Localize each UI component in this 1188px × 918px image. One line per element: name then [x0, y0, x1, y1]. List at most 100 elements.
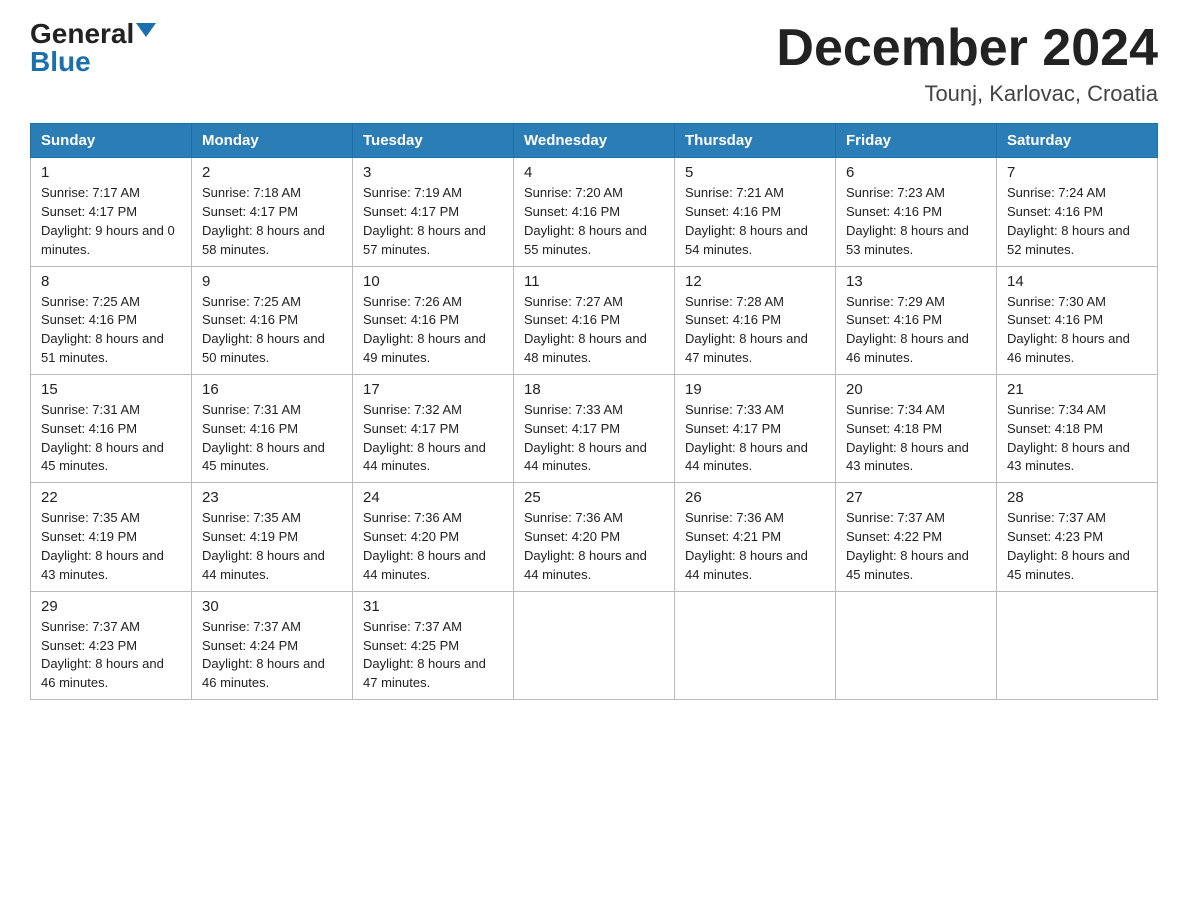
day-info: Sunrise: 7:31 AMSunset: 4:16 PMDaylight:… — [202, 401, 342, 476]
day-info: Sunrise: 7:25 AMSunset: 4:16 PMDaylight:… — [202, 293, 342, 368]
day-number: 8 — [41, 273, 181, 290]
day-info: Sunrise: 7:32 AMSunset: 4:17 PMDaylight:… — [363, 401, 503, 476]
week-row-4: 22Sunrise: 7:35 AMSunset: 4:19 PMDayligh… — [31, 483, 1158, 591]
logo-triangle-icon — [136, 23, 156, 37]
location-text: Tounj, Karlovac, Croatia — [776, 81, 1158, 107]
day-cell-11: 11 Sunrise: 7:27 AMSunset: 4:16 PMDayligh… — [514, 266, 675, 374]
day-cell-31: 31Sunrise: 7:37 AMSunset: 4:25 PMDayligh… — [353, 591, 514, 699]
day-info: Sunrise: 7:37 AMSunset: 4:23 PMDaylight:… — [41, 618, 181, 693]
day-info: Sunrise: 7:17 AMSunset: 4:17 PMDaylight:… — [41, 184, 181, 259]
day-cell-22: 22Sunrise: 7:35 AMSunset: 4:19 PMDayligh… — [31, 483, 192, 591]
day-cell-26: 26Sunrise: 7:36 AMSunset: 4:21 PMDayligh… — [675, 483, 836, 591]
day-info: Sunrise: 7:36 AMSunset: 4:21 PMDaylight:… — [685, 509, 825, 584]
day-cell-28: 28 Sunrise: 7:37 AMSunset: 4:23 PMDayligh… — [997, 483, 1158, 591]
day-info: Sunrise: 7:34 AMSunset: 4:18 PMDaylight:… — [1007, 401, 1147, 476]
day-info: Sunrise: 7:35 AMSunset: 4:19 PMDaylight:… — [202, 509, 342, 584]
weekday-header-wednesday: Wednesday — [514, 124, 675, 158]
day-number: 16 — [202, 381, 342, 398]
day-number: 1 — [41, 164, 181, 181]
day-number: 24 — [363, 489, 503, 506]
day-cell-14: 14 Sunrise: 7:30 AMSunset: 4:16 PMDayligh… — [997, 266, 1158, 374]
logo: General Blue — [30, 20, 156, 76]
day-number: 9 — [202, 273, 342, 290]
day-number: 28 — [1007, 489, 1147, 506]
day-cell-18: 18 Sunrise: 7:33 AMSunset: 4:17 PMDayligh… — [514, 374, 675, 482]
day-number: 17 — [363, 381, 503, 398]
day-info: Sunrise: 7:37 AMSunset: 4:22 PMDaylight:… — [846, 509, 986, 584]
day-info: Sunrise: 7:26 AMSunset: 4:16 PMDaylight:… — [363, 293, 503, 368]
weekday-header-thursday: Thursday — [675, 124, 836, 158]
day-cell-20: 20Sunrise: 7:34 AMSunset: 4:18 PMDayligh… — [836, 374, 997, 482]
day-number: 7 — [1007, 164, 1147, 181]
day-cell-29: 29 Sunrise: 7:37 AMSunset: 4:23 PMDayligh… — [31, 591, 192, 699]
day-cell-10: 10 Sunrise: 7:26 AMSunset: 4:16 PMDayligh… — [353, 266, 514, 374]
day-number: 10 — [363, 273, 503, 290]
day-info: Sunrise: 7:23 AMSunset: 4:16 PMDaylight:… — [846, 184, 986, 259]
day-info: Sunrise: 7:28 AMSunset: 4:16 PMDaylight:… — [685, 293, 825, 368]
day-info: Sunrise: 7:19 AMSunset: 4:17 PMDaylight:… — [363, 184, 503, 259]
day-info: Sunrise: 7:21 AMSunset: 4:16 PMDaylight:… — [685, 184, 825, 259]
day-number: 27 — [846, 489, 986, 506]
day-info: Sunrise: 7:31 AMSunset: 4:16 PMDaylight:… — [41, 401, 181, 476]
empty-cell-w5-d6 — [836, 591, 997, 699]
empty-cell-w5-d5 — [675, 591, 836, 699]
title-block: December 2024 Tounj, Karlovac, Croatia — [776, 20, 1158, 107]
day-cell-19: 19Sunrise: 7:33 AMSunset: 4:17 PMDayligh… — [675, 374, 836, 482]
day-cell-30: 30Sunrise: 7:37 AMSunset: 4:24 PMDayligh… — [192, 591, 353, 699]
day-number: 18 — [524, 381, 664, 398]
day-number: 15 — [41, 381, 181, 398]
day-info: Sunrise: 7:37 AMSunset: 4:23 PMDaylight:… — [1007, 509, 1147, 584]
day-number: 31 — [363, 598, 503, 615]
logo-general-text: General — [30, 20, 134, 48]
day-number: 25 — [524, 489, 664, 506]
day-number: 19 — [685, 381, 825, 398]
day-cell-15: 15 Sunrise: 7:31 AMSunset: 4:16 PMDayligh… — [31, 374, 192, 482]
day-cell-13: 13Sunrise: 7:29 AMSunset: 4:16 PMDayligh… — [836, 266, 997, 374]
weekday-header-monday: Monday — [192, 124, 353, 158]
day-info: Sunrise: 7:35 AMSunset: 4:19 PMDaylight:… — [41, 509, 181, 584]
day-number: 23 — [202, 489, 342, 506]
weekday-header-tuesday: Tuesday — [353, 124, 514, 158]
day-cell-23: 23 Sunrise: 7:35 AMSunset: 4:19 PMDayligh… — [192, 483, 353, 591]
day-number: 29 — [41, 598, 181, 615]
weekday-header-friday: Friday — [836, 124, 997, 158]
day-info: Sunrise: 7:33 AMSunset: 4:17 PMDaylight:… — [524, 401, 664, 476]
day-cell-6: 6 Sunrise: 7:23 AMSunset: 4:16 PMDaylight… — [836, 158, 997, 266]
day-number: 21 — [1007, 381, 1147, 398]
day-cell-25: 25 Sunrise: 7:36 AMSunset: 4:20 PMDayligh… — [514, 483, 675, 591]
day-number: 6 — [846, 164, 986, 181]
day-cell-2: 2Sunrise: 7:18 AMSunset: 4:17 PMDaylight… — [192, 158, 353, 266]
day-info: Sunrise: 7:30 AMSunset: 4:16 PMDaylight:… — [1007, 293, 1147, 368]
day-info: Sunrise: 7:29 AMSunset: 4:16 PMDaylight:… — [846, 293, 986, 368]
day-number: 3 — [363, 164, 503, 181]
day-cell-9: 9 Sunrise: 7:25 AMSunset: 4:16 PMDaylight… — [192, 266, 353, 374]
day-cell-5: 5 Sunrise: 7:21 AMSunset: 4:16 PMDaylight… — [675, 158, 836, 266]
weekday-header-row: SundayMondayTuesdayWednesdayThursdayFrid… — [31, 124, 1158, 158]
week-row-3: 15 Sunrise: 7:31 AMSunset: 4:16 PMDayligh… — [31, 374, 1158, 482]
day-number: 5 — [685, 164, 825, 181]
empty-cell-w5-d4 — [514, 591, 675, 699]
day-number: 11 — [524, 273, 664, 290]
day-cell-4: 4 Sunrise: 7:20 AMSunset: 4:16 PMDaylight… — [514, 158, 675, 266]
day-cell-17: 17 Sunrise: 7:32 AMSunset: 4:17 PMDayligh… — [353, 374, 514, 482]
day-info: Sunrise: 7:34 AMSunset: 4:18 PMDaylight:… — [846, 401, 986, 476]
day-number: 14 — [1007, 273, 1147, 290]
day-cell-3: 3 Sunrise: 7:19 AMSunset: 4:17 PMDaylight… — [353, 158, 514, 266]
day-info: Sunrise: 7:27 AMSunset: 4:16 PMDaylight:… — [524, 293, 664, 368]
day-cell-24: 24 Sunrise: 7:36 AMSunset: 4:20 PMDayligh… — [353, 483, 514, 591]
weekday-header-sunday: Sunday — [31, 124, 192, 158]
calendar-table: SundayMondayTuesdayWednesdayThursdayFrid… — [30, 123, 1158, 700]
month-title: December 2024 — [776, 20, 1158, 77]
day-cell-1: 1 Sunrise: 7:17 AMSunset: 4:17 PMDaylight… — [31, 158, 192, 266]
day-cell-27: 27 Sunrise: 7:37 AMSunset: 4:22 PMDayligh… — [836, 483, 997, 591]
day-info: Sunrise: 7:36 AMSunset: 4:20 PMDaylight:… — [363, 509, 503, 584]
day-info: Sunrise: 7:36 AMSunset: 4:20 PMDaylight:… — [524, 509, 664, 584]
day-info: Sunrise: 7:20 AMSunset: 4:16 PMDaylight:… — [524, 184, 664, 259]
day-cell-7: 7Sunrise: 7:24 AMSunset: 4:16 PMDaylight… — [997, 158, 1158, 266]
day-info: Sunrise: 7:25 AMSunset: 4:16 PMDaylight:… — [41, 293, 181, 368]
day-number: 4 — [524, 164, 664, 181]
day-number: 30 — [202, 598, 342, 615]
week-row-1: 1 Sunrise: 7:17 AMSunset: 4:17 PMDaylight… — [31, 158, 1158, 266]
week-row-2: 8 Sunrise: 7:25 AMSunset: 4:16 PMDaylight… — [31, 266, 1158, 374]
day-number: 12 — [685, 273, 825, 290]
